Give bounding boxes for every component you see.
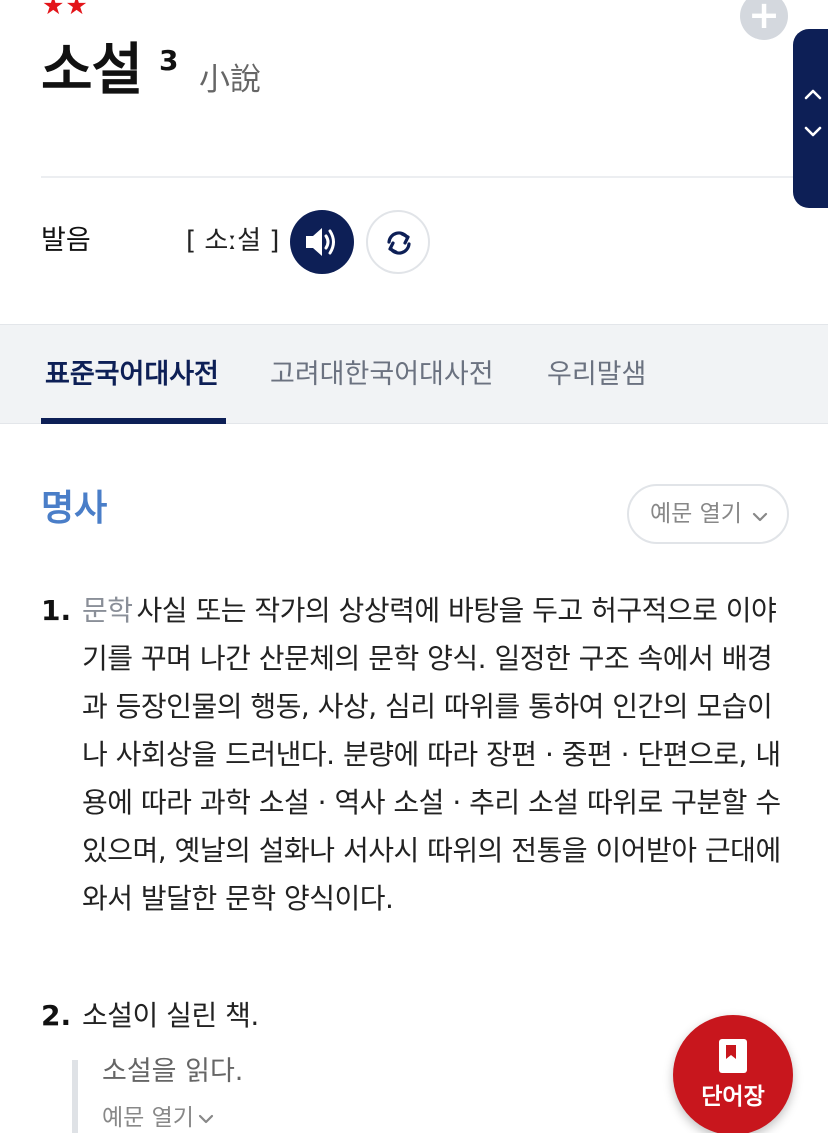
chevron-up-icon[interactable] (803, 85, 823, 105)
active-tab-indicator (41, 418, 226, 424)
homonym-number: 3 (159, 44, 179, 77)
chevron-down-icon[interactable] (803, 121, 823, 141)
word-notebook-label: 단어장 (701, 1084, 765, 1110)
plus-icon: + (748, 0, 780, 37)
play-pronunciation-button[interactable] (290, 210, 354, 274)
definition-number: 1. (41, 594, 72, 627)
definition-2-body: 소설이 실린 책. (82, 999, 259, 1032)
field-tag-literature[interactable]: 문학 (82, 594, 133, 627)
chevron-down-icon (198, 1114, 214, 1123)
bookmark-book-icon (719, 1039, 747, 1073)
repeat-icon (387, 231, 411, 255)
tab-korea-university-dictionary[interactable]: 고려대한국어대사전 (270, 357, 494, 393)
repeat-pronunciation-button[interactable] (366, 210, 430, 274)
hanja: 小說 (199, 62, 261, 98)
pronunciation-text: [ 소ː설 ] (186, 226, 280, 256)
open-examples-label: 예문 열기 (102, 1105, 194, 1131)
open-examples-label: 예문 열기 (650, 501, 742, 527)
example-quote-bar (72, 1060, 78, 1133)
example-sentence: 소설을 읽다. (102, 1056, 244, 1087)
definition-number: 2. (41, 999, 72, 1032)
side-scroll-nav (793, 29, 828, 208)
definition-1-body: 사실 또는 작가의 상상력에 바탕을 두고 허구적으로 이야기를 꾸며 나간 산… (82, 594, 781, 915)
dictionary-entry-page: ★★ 소설 3 小說 + 발음 [ 소ː설 ] 표준국어대사전 고려대한국어대사… (0, 0, 828, 1133)
header-divider (41, 176, 793, 178)
tab-standard-dictionary[interactable]: 표준국어대사전 (45, 357, 219, 393)
open-examples-link[interactable]: 예문 열기 (102, 1102, 214, 1133)
chevron-down-icon (752, 512, 768, 522)
headword: 소설 (41, 38, 143, 103)
pronunciation-label: 발음 (41, 225, 91, 256)
importance-stars: ★★ (42, 0, 89, 20)
tab-urimalsaem[interactable]: 우리말샘 (547, 357, 646, 393)
speaker-icon (306, 228, 335, 256)
add-button[interactable]: + (740, 0, 788, 40)
definition-text: 문학 사실 또는 작가의 상상력에 바탕을 두고 허구적으로 이야기를 꾸며 나간… (82, 587, 782, 923)
word-notebook-button[interactable]: 단어장 (673, 1015, 793, 1133)
part-of-speech: 명사 (41, 488, 108, 529)
dictionary-tabs: 표준국어대사전 고려대한국어대사전 우리말샘 (0, 324, 828, 424)
open-examples-button[interactable]: 예문 열기 (627, 484, 789, 544)
